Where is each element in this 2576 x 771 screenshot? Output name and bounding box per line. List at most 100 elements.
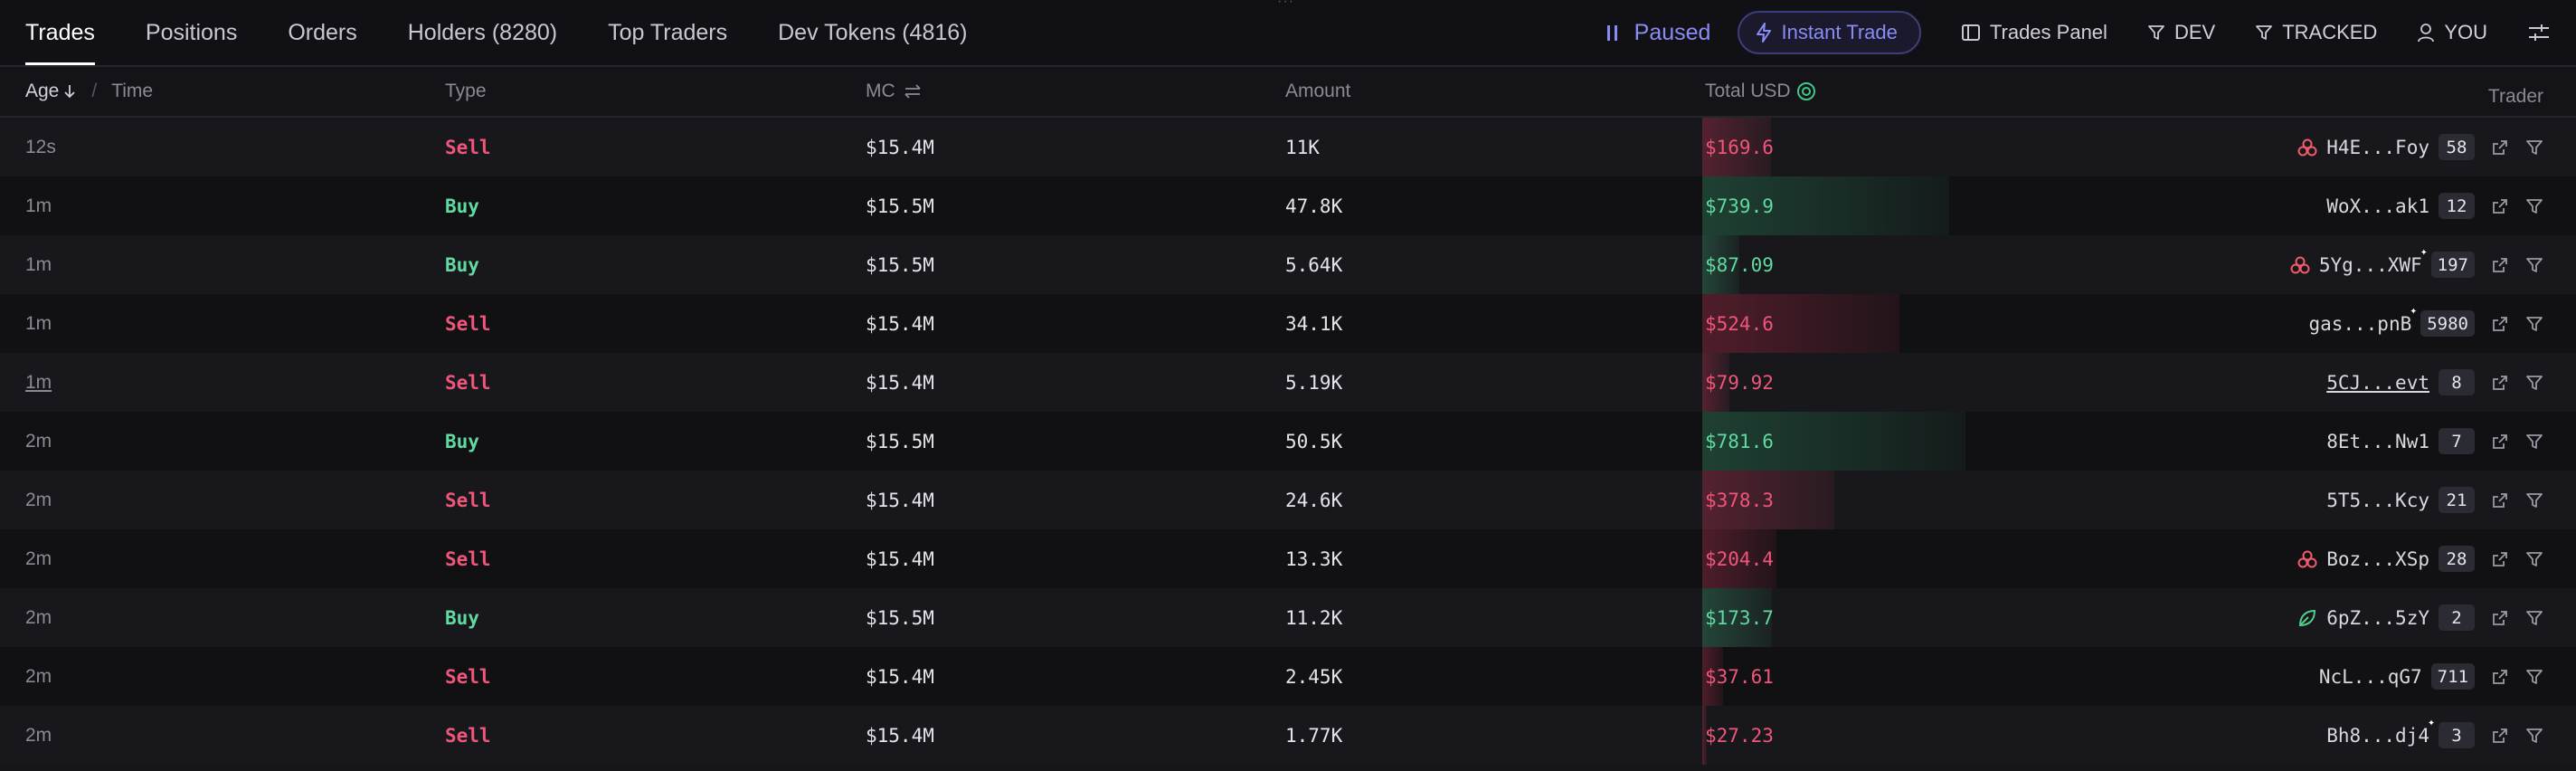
trader-address-link[interactable]: H4E...Foy [2326,137,2429,158]
paused-button[interactable]: Paused [1606,19,1711,46]
currency-toggle-icon[interactable] [1796,81,1816,101]
age-cell: 1m [25,253,52,275]
amount-cell: 11.2K [1285,606,1343,629]
external-link-icon[interactable] [2491,668,2509,686]
top-bar: ··· Trades Positions Orders Holders (828… [0,0,2576,67]
table-row[interactable]: 1m Sell $15.4M 5.19K $79.92 5CJ...evt 8 [0,353,2576,412]
external-link-icon[interactable] [2491,491,2509,509]
type-cell: Buy [445,606,479,629]
you-filter-button[interactable]: YOU [2417,21,2487,44]
trader-cell: NcL...qG7 711 [2319,647,2543,706]
trader-cell: Boz...XSp 28 [2297,529,2543,588]
trader-address-link[interactable]: 8Et...Nw1 [2326,431,2429,452]
tab-top-traders[interactable]: Top Traders [608,0,727,65]
external-link-icon[interactable] [2491,197,2509,215]
trader-address-link[interactable]: NcL...qG7 [2319,666,2422,688]
tab-orders[interactable]: Orders [288,0,356,65]
table-row[interactable]: 2m Buy $15.5M 50.5K $781.6 8Et...Nw1 7 [0,412,2576,471]
table-row[interactable]: 1m Buy $15.5M 47.8K $739.9 WoX...ak1 12 [0,176,2576,235]
tab-holders[interactable]: Holders (8280) [408,0,557,65]
external-link-icon[interactable] [2491,433,2509,451]
instant-trade-label: Instant Trade [1781,21,1898,43]
filter-trader-icon[interactable] [2525,491,2543,509]
filter-trader-icon[interactable] [2525,609,2543,627]
paused-label: Paused [1634,19,1711,45]
amount-cell: 5.19K [1285,371,1343,394]
header-separator: / [91,81,98,101]
external-link-icon[interactable] [2491,256,2509,274]
filter-trader-icon[interactable] [2525,727,2543,745]
external-link-icon[interactable] [2491,550,2509,568]
filter-trader-icon[interactable] [2525,256,2543,274]
filter-trader-icon[interactable] [2525,315,2543,333]
trader-cell: 8Et...Nw1 7 [2326,412,2543,471]
external-link-icon[interactable] [2491,727,2509,745]
amount-cell: 11K [1285,136,1320,158]
type-cell: Sell [445,665,491,688]
filter-icon [2256,25,2273,40]
tab-dev-tokens[interactable]: Dev Tokens (4816) [778,0,967,65]
filter-trader-icon[interactable] [2525,197,2543,215]
table-row[interactable]: 2m Sell $15.4M 13.3K $204.4 Boz...XSp 28 [0,529,2576,588]
table-row[interactable]: 1m Sell $15.4M 34.1K $524.6 gas...pnB ✦ 5… [0,294,2576,353]
amount-cell: 13.3K [1285,547,1343,570]
filter-trader-icon[interactable] [2525,138,2543,157]
type-cell: Sell [445,136,491,158]
external-link-icon[interactable] [2491,315,2509,333]
amount-cell: 47.8K [1285,195,1343,217]
user-icon [2418,24,2435,43]
trader-address-link[interactable]: Boz...XSp [2326,548,2429,570]
trader-trade-count: 711 [2430,663,2475,690]
swap-icon[interactable] [903,83,923,100]
trader-cell: 5Yg...XWF ✦ 197 [2290,235,2543,294]
trader-address-link[interactable]: 5Yg...XWF ✦ [2319,245,2428,276]
mc-cell: $15.5M [866,606,934,629]
filter-trader-icon[interactable] [2525,433,2543,451]
trades-panel-label: Trades Panel [1989,21,2107,43]
table-row[interactable]: 2m Sell $15.4M 1.77K $27.23 Bh8...dj4 ✦ 3 [0,706,2576,765]
amount-header: Amount [1285,81,1351,101]
dev-filter-button[interactable]: DEV [2147,21,2215,44]
filter-trader-icon[interactable] [2525,668,2543,686]
external-link-icon[interactable] [2491,609,2509,627]
tab-positions[interactable]: Positions [146,0,237,65]
tab-bar: Trades Positions Orders Holders (8280) T… [25,0,1018,65]
trader-address-link[interactable]: Bh8...dj4 ✦ [2326,716,2435,747]
trader-address-link[interactable]: WoX...ak1 [2326,195,2429,217]
trades-panel-button[interactable]: Trades Panel [1961,21,2107,44]
trader-address-link[interactable]: 6pZ...5zY [2326,607,2429,629]
dev-label: DEV [2174,21,2216,43]
age-cell: 2m [25,606,52,628]
total-usd-cell: $739.9 [1705,195,1774,217]
instant-trade-button[interactable]: Instant Trade [1738,11,1921,54]
external-link-icon[interactable] [2491,374,2509,392]
table-row[interactable]: 2m Sell $15.4M 2.45K $37.61 NcL...qG7 71… [0,647,2576,706]
time-toggle-button[interactable]: Time [111,81,153,102]
table-row[interactable]: 12s Sell $15.4M 11K $169.6 H4E...Foy 58 [0,118,2576,176]
table-row[interactable]: 2m Buy $15.5M 11.2K $173.7 6pZ...5zY 2 [0,588,2576,647]
trader-trade-count: 58 [2439,134,2475,160]
filter-trader-icon[interactable] [2525,374,2543,392]
pause-icon [1606,24,1622,41]
trader-trade-count: 2 [2439,604,2475,631]
mc-cell: $15.4M [866,489,934,511]
mc-cell: $15.4M [866,665,934,688]
age-sort-button[interactable]: Age [25,81,59,102]
filter-trader-icon[interactable] [2525,550,2543,568]
table-row[interactable]: 2m Sell $15.4M 24.6K $378.3 5T5...Kcy 21 [0,471,2576,529]
trader-address-link[interactable]: 5T5...Kcy [2326,490,2429,511]
trader-address-link[interactable]: gas...pnB ✦ [2308,304,2417,335]
tab-trades[interactable]: Trades [25,0,95,65]
total-usd-cell: $173.7 [1705,606,1774,629]
badge-red-icon [2297,550,2317,568]
external-link-icon[interactable] [2491,138,2509,157]
table-row[interactable]: 1m Buy $15.5M 5.64K $87.09 5Yg...XWF ✦ 19… [0,235,2576,294]
trader-address-link[interactable]: 5CJ...evt [2326,372,2429,394]
resize-handle[interactable]: ··· [1277,0,1299,9]
age-cell: 2m [25,489,52,510]
tracked-filter-button[interactable]: TRACKED [2255,21,2377,44]
mc-cell: $15.4M [866,371,934,394]
settings-button[interactable] [2527,22,2551,43]
lightning-icon [1757,23,1772,43]
total-usd-cell: $79.92 [1705,371,1774,394]
